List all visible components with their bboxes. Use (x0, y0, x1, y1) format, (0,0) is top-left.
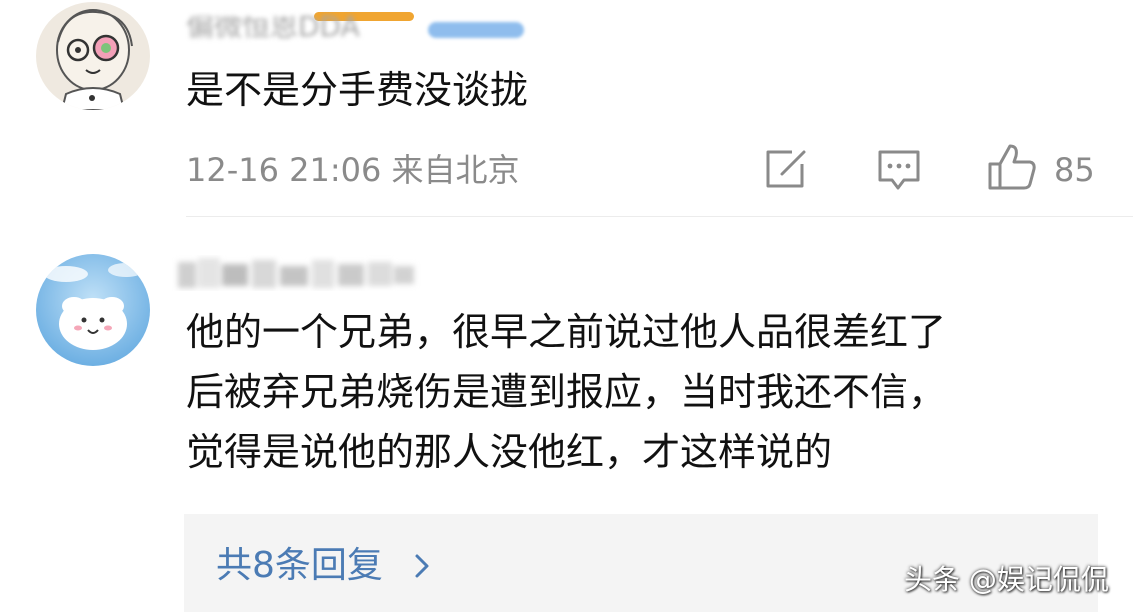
comment-text-line: 觉得是说他的那人没他红，才这样说的 (186, 430, 833, 474)
comment-thread: 偏微恒恩DDA 是不是分手费没谈拢 12-16 21:06 来自北京 85 他的… (0, 0, 1133, 612)
chevron-right-icon[interactable] (412, 552, 432, 580)
comment-icon[interactable] (876, 148, 922, 192)
watermark: 头条 @娱记侃侃 (904, 563, 1109, 596)
view-replies-link[interactable]: 共8条回复 (216, 540, 383, 592)
comment-text: 是不是分手费没谈拢 (186, 68, 529, 112)
share-icon[interactable] (762, 148, 808, 192)
comment-timestamp-location: 12-16 21:06 来自北京 (186, 151, 520, 189)
thumbs-up-icon[interactable] (986, 142, 1038, 192)
comment-text-line: 他的一个兄弟，很早之前说过他人品很差红了 (186, 310, 947, 354)
avatar[interactable] (36, 2, 150, 110)
username-blurred[interactable]: 偏微恒恩DDA (186, 16, 412, 38)
username-blurred[interactable] (172, 254, 422, 296)
avatar[interactable] (36, 254, 150, 366)
like-count: 85 (1054, 151, 1095, 189)
user-badge (428, 22, 524, 38)
comment-text-line: 后被弃兄弟烧伤是遭到报应，当时我还不信， (186, 370, 947, 414)
comment-text: 他的一个兄弟，很早之前说过他人品很差红了 后被弃兄弟烧伤是遭到报应，当时我还不信… (186, 302, 1116, 482)
divider (186, 216, 1133, 217)
